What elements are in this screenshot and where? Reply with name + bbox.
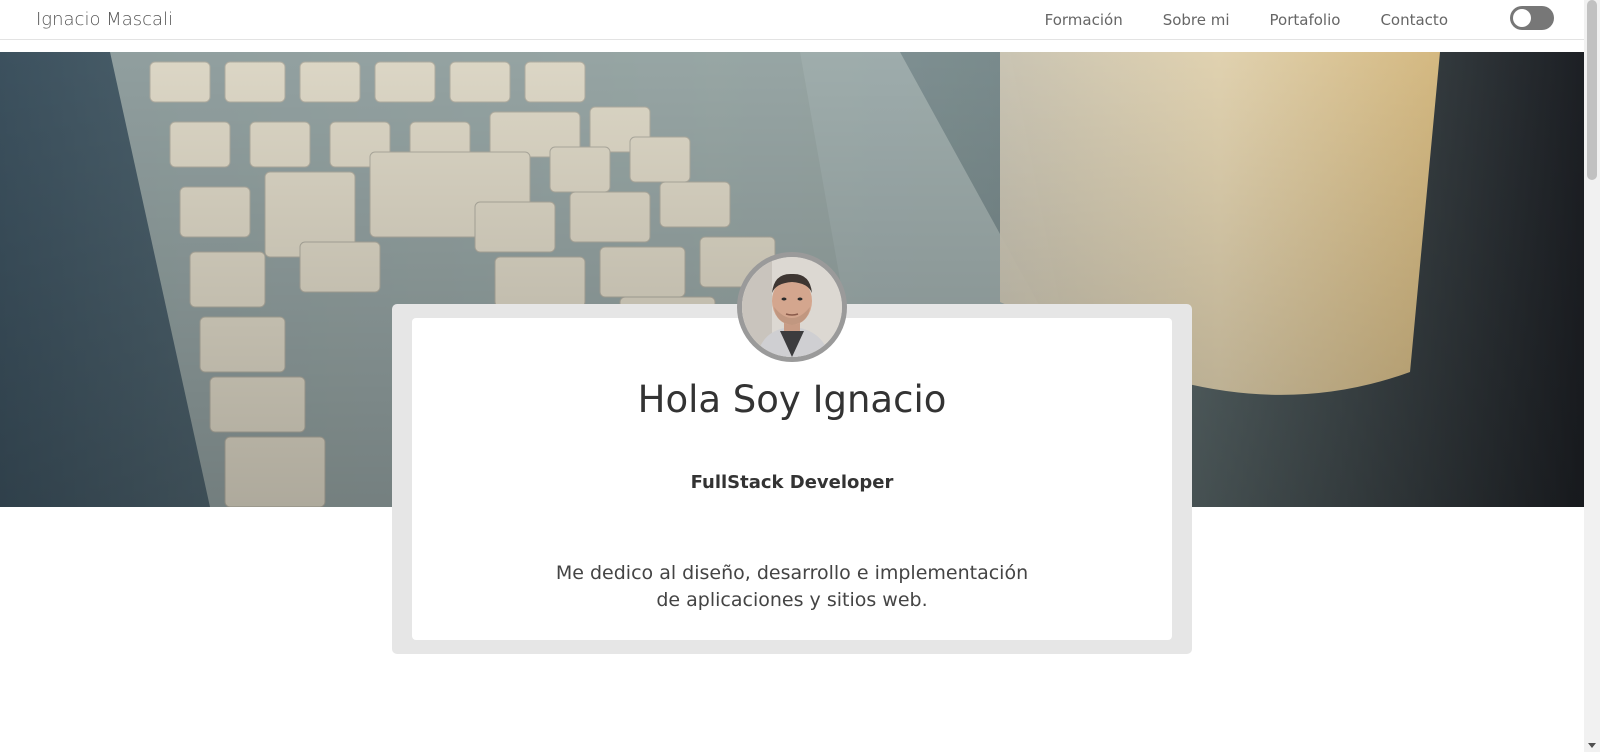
- scroll-thumb[interactable]: [1587, 0, 1597, 180]
- nav-link-contacto[interactable]: Contacto: [1380, 11, 1448, 29]
- card-subtitle: FullStack Developer: [690, 472, 894, 493]
- page-scrollbar[interactable]: [1584, 0, 1600, 752]
- avatar: [742, 257, 842, 357]
- card-description: Me dedico al diseño, desarrollo e implem…: [555, 562, 1029, 611]
- toggle-knob: [1513, 9, 1531, 27]
- nav-link-sobre-mi[interactable]: Sobre mi: [1163, 11, 1230, 29]
- profile-photo-icon: [742, 257, 842, 357]
- nav-link-formacion[interactable]: Formación: [1045, 11, 1123, 29]
- nav-link-portafolio[interactable]: Portafolio: [1270, 11, 1341, 29]
- nav-links: Formación Sobre mi Portafolio Contacto: [1045, 11, 1448, 29]
- avatar-ring: [737, 252, 847, 362]
- brand-logo[interactable]: Ignacio Mascali: [36, 9, 173, 30]
- navbar: Ignacio Mascali Formación Sobre mi Porta…: [0, 0, 1584, 40]
- theme-toggle[interactable]: [1510, 6, 1554, 30]
- card-title: Hola Soy Ignacio: [637, 378, 947, 421]
- intro-card-body: Hola Soy Ignacio FullStack Developer Me …: [412, 318, 1172, 640]
- scroll-down-icon[interactable]: [1588, 743, 1596, 748]
